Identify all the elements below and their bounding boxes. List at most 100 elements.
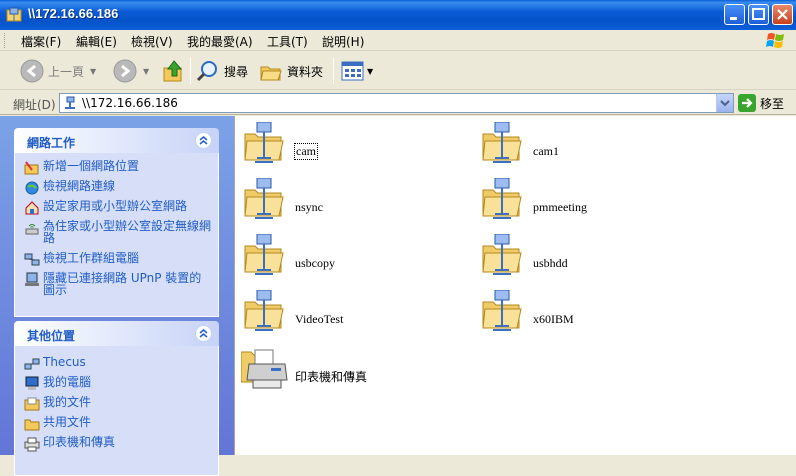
minimize-icon (730, 17, 737, 20)
windows-logo-icon (766, 33, 784, 48)
file-view[interactable]: cam cam1 nsync pmmeeting usbcopy usbhdd … (234, 116, 796, 455)
back-dropdown-icon[interactable]: ▼ (90, 67, 96, 76)
network-share-folder-icon (482, 290, 522, 331)
task-label: 新增一個網路位置 (43, 159, 140, 173)
menu-help[interactable]: 說明(H) (322, 33, 364, 50)
network-share-folder-icon (244, 178, 284, 219)
menu-grip[interactable] (4, 33, 7, 48)
place-label: 我的電腦 (43, 375, 92, 389)
network-tasks-title: 網路工作 (27, 136, 76, 150)
task-setup-wireless-network[interactable]: 為住家或小型辦公室設定無線網路 (24, 220, 212, 244)
menu-favorites[interactable]: 我的最愛(A) (187, 33, 253, 50)
share-label: cam (294, 143, 318, 160)
task-label: 隱藏已連接網路 UPnP 裝置的圖示 (43, 271, 202, 297)
search-label: 搜尋 (224, 64, 249, 79)
address-value: \\172.16.66.186 (82, 96, 178, 110)
place-shared-documents[interactable]: 共用文件 (24, 415, 212, 431)
folders-button[interactable]: 資料夾 (259, 56, 323, 86)
menu-tools[interactable]: 工具(T) (267, 33, 308, 50)
place-label: 印表機和傳真 (43, 435, 116, 449)
share-label: x60IBM (533, 312, 574, 326)
network-connections-icon (25, 181, 39, 195)
task-label: 設定家用或小型辦公室網路 (43, 199, 188, 213)
address-dropdown-button[interactable] (716, 94, 733, 112)
menu-view[interactable]: 檢視(V) (131, 33, 173, 50)
network-icon (24, 358, 40, 370)
chevron-up-icon (199, 136, 208, 145)
go-label: 移至 (760, 96, 785, 111)
place-my-computer[interactable]: 我的電腦 (24, 375, 212, 390)
task-pane: 網路工作 新增一個網路位置 檢視網路連線 設定家用或小型辦公室網路 為住家或小型… (0, 116, 234, 476)
share-label: cam1 (533, 144, 559, 158)
other-places-list: Thecus 我的電腦 我的文件 共用文件 印表機和傳真 (14, 346, 219, 476)
back-arrow-icon (20, 59, 44, 83)
back-button[interactable]: 上一頁 ▼ (20, 56, 96, 86)
place-printers-and-faxes[interactable]: 印表機和傳真 (24, 435, 212, 452)
menu-edit[interactable]: 編輯(E) (76, 33, 117, 50)
window-title: \\172.16.66.186 (28, 6, 119, 21)
place-label: 我的文件 (43, 395, 92, 409)
title-bar[interactable]: \\172.16.66.186 (0, 0, 796, 30)
share-label: nsync (295, 200, 323, 214)
network-tasks-header[interactable]: 網路工作 (14, 128, 219, 153)
toolbar-separator (333, 58, 334, 84)
views-icon (341, 61, 364, 81)
other-places-panel: 其他位置 Thecus 我的電腦 我的文件 共用文件 印表機和傳真 (14, 321, 219, 476)
minimize-button[interactable] (724, 4, 745, 25)
go-button[interactable]: 移至 (738, 94, 784, 112)
folders-label: 資料夾 (287, 64, 324, 79)
up-folder-icon (163, 60, 183, 82)
place-my-documents[interactable]: 我的文件 (24, 395, 212, 411)
workgroup-icon (24, 253, 40, 266)
place-label: Thecus (43, 355, 86, 369)
address-label: 網址(D) (13, 98, 56, 112)
back-label: 上一頁 (48, 64, 85, 79)
forward-button[interactable]: ▼ (113, 56, 149, 86)
place-thecus[interactable]: Thecus (24, 355, 212, 370)
printers-label: 印表機和傳真 (295, 370, 368, 384)
network-folder-icon (65, 96, 75, 109)
shared-documents-icon (24, 419, 40, 431)
close-button[interactable] (772, 4, 793, 25)
collapse-button[interactable] (195, 132, 212, 149)
network-tasks-list: 新增一個網路位置 檢視網路連線 設定家用或小型辦公室網路 為住家或小型辦公室設定… (14, 153, 219, 317)
share-label: VideoTest (295, 312, 344, 326)
task-label: 檢視工作群組電腦 (43, 251, 140, 265)
forward-arrow-icon (113, 59, 137, 83)
menu-bar: 檔案(F) 編輯(E) 檢視(V) 我的最愛(A) 工具(T) 說明(H) (0, 30, 796, 51)
views-button[interactable]: ▼ (341, 56, 373, 86)
other-places-title: 其他位置 (27, 329, 76, 343)
task-setup-home-network[interactable]: 設定家用或小型辦公室網路 (24, 199, 212, 215)
menu-file[interactable]: 檔案(F) (21, 33, 61, 50)
maximize-button[interactable] (748, 4, 769, 25)
address-input[interactable]: \\172.16.66.186 (59, 93, 734, 113)
collapse-button[interactable] (195, 325, 212, 342)
share-label: pmmeeting (533, 200, 587, 214)
task-hide-upnp-icons[interactable]: 隱藏已連接網路 UPnP 裝置的圖示 (24, 272, 212, 296)
address-bar: 網址(D) \\172.16.66.186 移至 (0, 91, 796, 115)
folders-icon (260, 66, 282, 81)
printer-folder-icon (241, 349, 288, 389)
printer-icon (24, 437, 40, 452)
network-share-folder-icon (244, 122, 284, 163)
network-tasks-panel: 網路工作 新增一個網路位置 檢視網路連線 設定家用或小型辦公室網路 為住家或小型… (14, 128, 219, 317)
close-icon (777, 9, 788, 20)
task-view-network-connections[interactable]: 檢視網路連線 (24, 179, 212, 195)
task-add-network-place[interactable]: 新增一個網路位置 (24, 159, 212, 175)
search-button[interactable]: 搜尋 (196, 56, 248, 86)
views-dropdown-icon[interactable]: ▼ (367, 67, 373, 76)
search-icon (196, 61, 217, 82)
task-view-workgroup[interactable]: 檢視工作群組電腦 (24, 251, 212, 266)
my-computer-icon (25, 376, 39, 390)
network-share-folder-icon (482, 178, 522, 219)
add-network-place-icon (24, 161, 39, 175)
task-label: 為住家或小型辦公室設定無線網路 (43, 219, 212, 245)
network-share-folder-icon (482, 234, 522, 275)
up-button[interactable] (162, 56, 186, 86)
forward-dropdown-icon[interactable]: ▼ (143, 67, 149, 76)
other-places-header[interactable]: 其他位置 (14, 321, 219, 346)
task-label: 檢視網路連線 (43, 179, 116, 193)
share-label: usbhdd (533, 256, 568, 270)
network-folder-icon (6, 7, 22, 22)
place-label: 共用文件 (43, 415, 92, 429)
